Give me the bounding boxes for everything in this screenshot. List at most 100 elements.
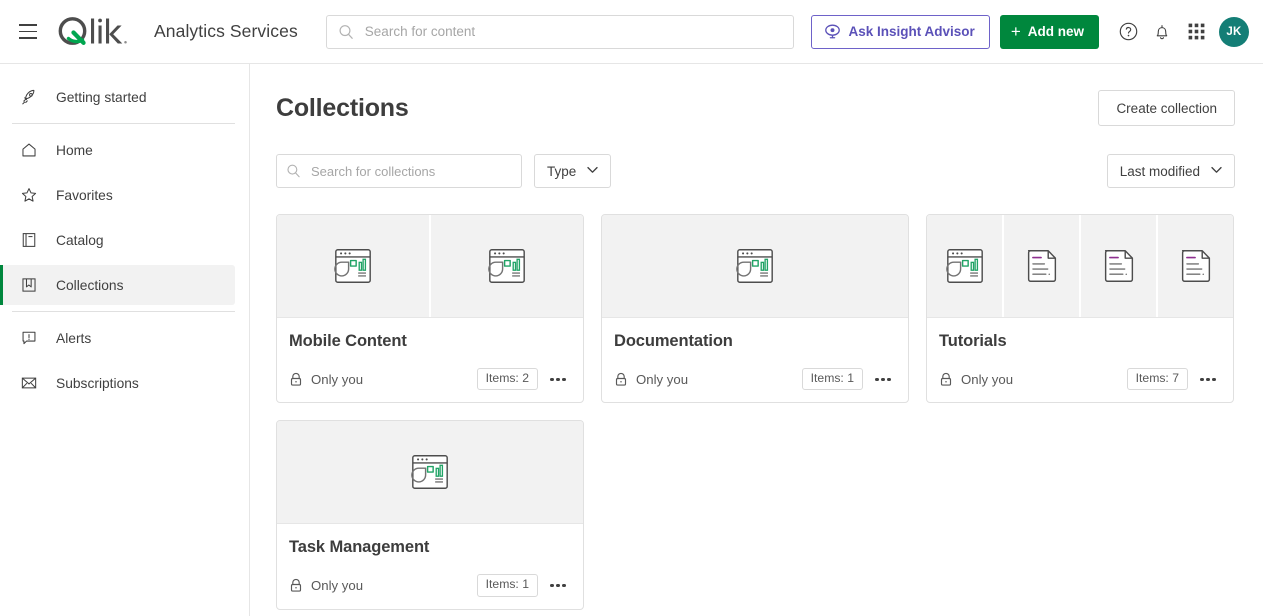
more-options-icon[interactable] [547,368,569,390]
collection-visibility: Only you [289,578,363,593]
apps-grid-icon [1188,23,1205,40]
left-sidebar: Getting started Home Favorites [0,64,250,616]
chevron-down-icon [1211,166,1222,177]
lock-icon [614,372,628,387]
collection-meta-row: Only you Items: 2 [289,368,569,390]
items-count-badge: Items: 1 [802,368,863,390]
home-icon [20,141,38,159]
collection-owner-label: Only you [636,372,688,387]
collection-name: Task Management [289,538,569,557]
create-collection-button[interactable]: Create collection [1098,90,1235,126]
collection-visibility: Only you [614,372,688,387]
alert-bubble-icon [20,329,38,347]
collection-meta-row: Only you Items: 7 [939,368,1219,390]
sidebar-item-subscriptions[interactable]: Subscriptions [0,363,235,403]
sidebar-item-label: Catalog [56,233,104,248]
insight-advisor-icon [824,23,841,40]
hamburger-menu-icon[interactable] [16,18,44,46]
collection-card[interactable]: Documentation Only you Items: 1 [601,214,909,403]
thumbnail-tile-document [1081,215,1156,317]
items-count-badge: Items: 1 [477,574,538,596]
sidebar-item-label: Subscriptions [56,376,139,391]
more-options-icon[interactable] [872,368,894,390]
collection-name: Tutorials [939,332,1219,351]
sidebar-item-getting-started[interactable]: Getting started [0,77,235,117]
ask-insight-advisor-label: Ask Insight Advisor [849,24,975,39]
collection-owner-label: Only you [311,578,363,593]
notifications-button[interactable] [1145,15,1179,49]
more-options-icon[interactable] [1197,368,1219,390]
help-circle-icon [1118,21,1139,42]
sidebar-divider-top [12,123,235,124]
note-document-icon [1175,245,1217,287]
sidebar-item-catalog[interactable]: Catalog [0,220,235,260]
sidebar-item-alerts[interactable]: Alerts [0,318,235,358]
collection-name: Documentation [614,332,894,351]
collection-search-input[interactable] [276,154,522,188]
chevron-down-icon [587,166,598,177]
sort-label: Last modified [1120,164,1200,179]
note-document-icon [1098,245,1140,287]
sidebar-item-collections[interactable]: Collections [0,265,235,305]
collection-thumbnail-strip [602,215,908,317]
collection-card-body: Tutorials Only you Items: 7 [927,317,1233,402]
sidebar-item-label: Collections [56,278,123,293]
plus-icon: + [1011,23,1021,40]
note-document-icon [1021,245,1063,287]
collection-visibility: Only you [289,372,363,387]
catalog-book-icon [20,231,38,249]
header-actions: Ask Insight Advisor + Add new [811,15,1249,49]
collection-meta-row: Only you Items: 1 [289,574,569,596]
user-avatar[interactable]: JK [1219,17,1249,47]
qlik-app-icon [409,451,451,493]
collection-name: Mobile Content [289,332,569,351]
sidebar-item-label: Getting started [56,90,147,105]
collection-card[interactable]: Tutorials Only you Items: 7 [926,214,1234,403]
top-header: Analytics Services Ask Insight Advisor [0,0,1263,64]
collection-card-body: Documentation Only you Items: 1 [602,317,908,402]
sidebar-item-favorites[interactable]: Favorites [0,175,235,215]
global-search-input[interactable] [326,15,794,49]
add-new-label: Add new [1028,24,1084,39]
qlik-logo[interactable] [56,16,130,48]
lock-icon [939,372,953,387]
thumbnail-tile-document [1004,215,1079,317]
ask-insight-advisor-button[interactable]: Ask Insight Advisor [811,15,990,49]
sidebar-item-home[interactable]: Home [0,130,235,170]
page-title: Collections [276,94,409,123]
more-options-icon[interactable] [547,575,569,597]
type-filter-label: Type [547,164,576,179]
lock-icon [289,578,303,593]
collection-owner-label: Only you [961,372,1013,387]
items-count-badge: Items: 2 [477,368,538,390]
bookmark-icon [20,276,38,294]
help-button[interactable] [1111,15,1145,49]
global-search[interactable] [326,15,794,49]
qlik-app-icon [486,245,528,287]
collection-search[interactable] [276,154,522,188]
collection-thumbnail-strip [927,215,1233,317]
collection-card[interactable]: Task Management Only you Items: 1 [276,420,584,609]
page-header-row: Collections Create collection [276,90,1235,126]
collection-meta-row: Only you Items: 1 [614,368,894,390]
thumbnail-tile-document [1158,215,1233,317]
star-icon [20,186,38,204]
qlik-app-icon [944,245,986,287]
type-filter-dropdown[interactable]: Type [534,154,611,188]
thumbnail-tile-app [277,421,583,523]
apps-launcher-button[interactable] [1179,15,1213,49]
thumbnail-tile-app [277,215,429,317]
page-body: Getting started Home Favorites [0,64,1263,616]
collection-thumbnail-strip [277,215,583,317]
main-content: Collections Create collection Type [250,64,1263,616]
sidebar-item-label: Favorites [56,188,113,203]
qlik-app-icon [734,245,776,287]
bell-icon [1152,22,1172,42]
collection-visibility: Only you [939,372,1013,387]
collection-card[interactable]: Mobile Content Only you Items: 2 [276,214,584,403]
items-count-badge: Items: 7 [1127,368,1188,390]
qlik-app-icon [332,245,374,287]
sort-dropdown[interactable]: Last modified [1107,154,1235,188]
sidebar-item-label: Home [56,143,93,158]
add-new-button[interactable]: + Add new [1000,15,1099,49]
